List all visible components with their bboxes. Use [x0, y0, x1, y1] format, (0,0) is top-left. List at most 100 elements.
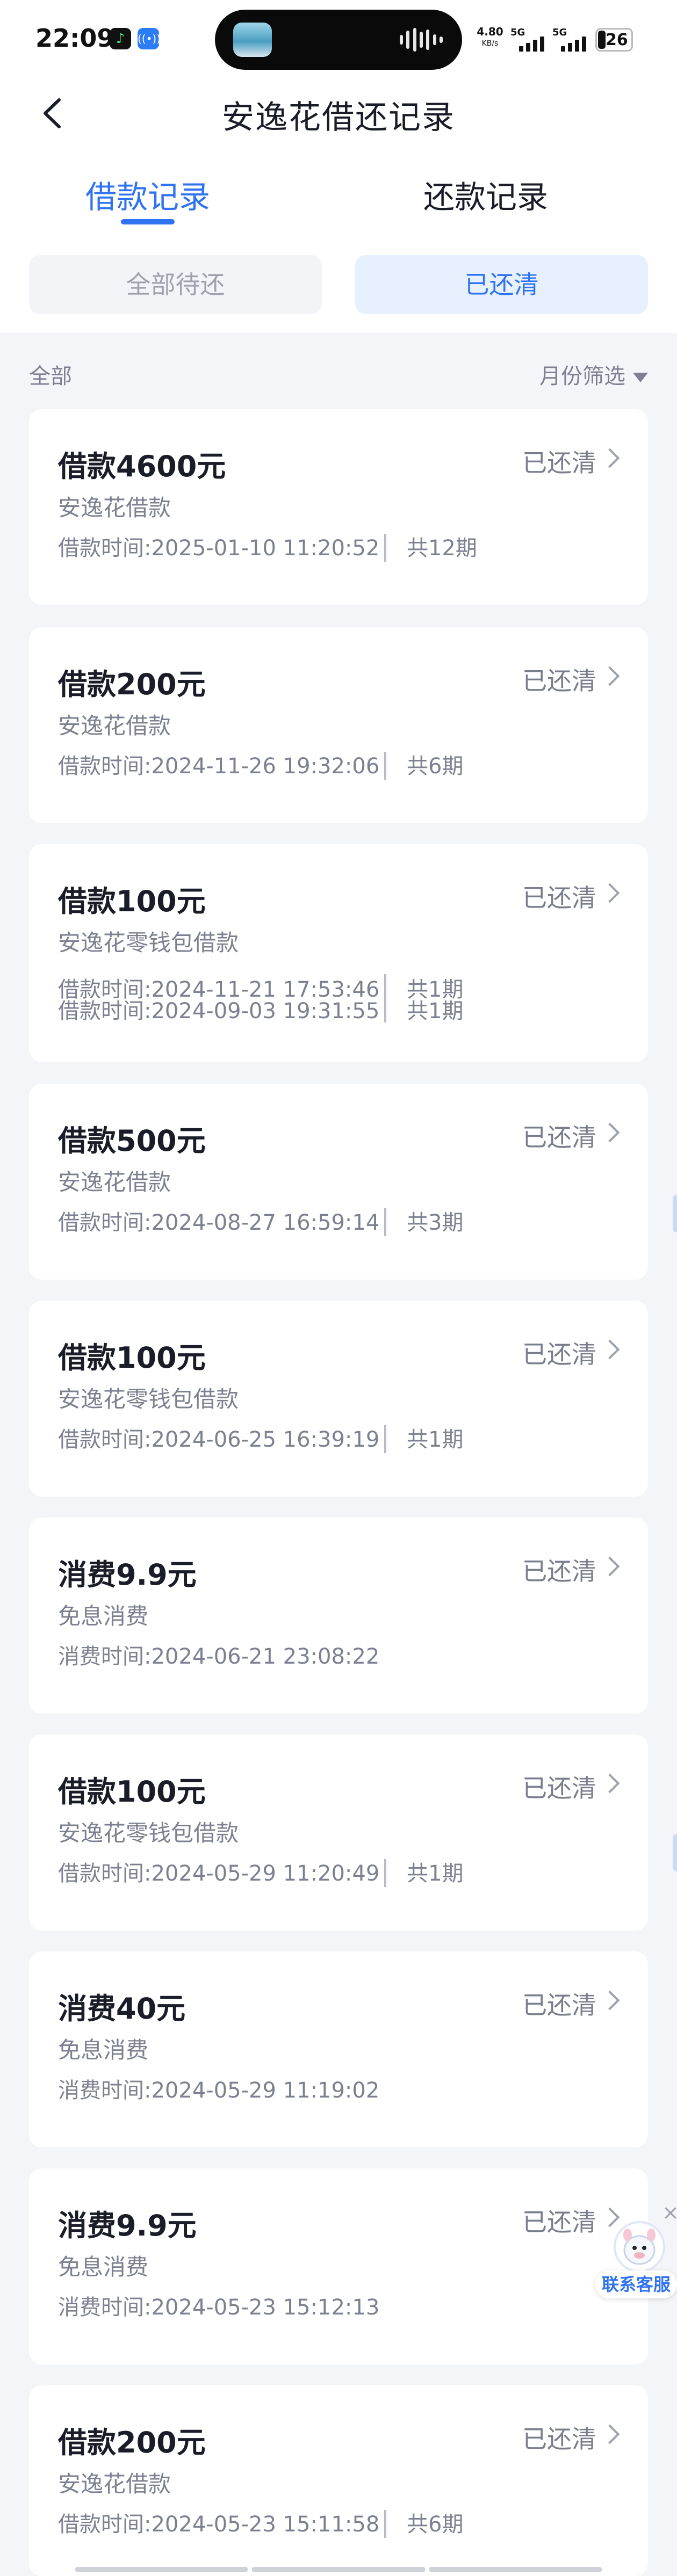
record-status: 已还清	[522, 2425, 596, 2454]
app-header: 安逸花借还记录	[0, 81, 677, 150]
list-header: 全部 月份筛选	[0, 333, 677, 413]
record-status: 已还清	[522, 1340, 596, 1369]
record-card[interactable]: 借款500元 已还清 安逸花借款 借款时间:2024-08-27 16:59:1…	[29, 1084, 648, 1280]
record-title: 消费9.9元	[58, 2209, 197, 2243]
battery-level: 26	[606, 31, 628, 49]
dynamic-island[interactable]	[215, 10, 462, 70]
record-tabs: 借款记录 还款记录	[0, 150, 677, 231]
record-periods: 共6期	[407, 754, 464, 779]
record-card[interactable]: 借款100元 已还清 安逸花零钱包借款 借款时间:2024-11-21 17:5…	[29, 844, 648, 1062]
record-subtitle: 免息消费	[58, 1603, 149, 1629]
record-subtitle: 安逸花借款	[58, 713, 171, 739]
record-title: 借款500元	[58, 1124, 206, 1158]
album-art-thumbnail	[233, 23, 272, 57]
record-time: 借款时间:2024-06-25 16:39:19	[58, 1427, 380, 1452]
chevron-right-icon	[600, 1773, 620, 1794]
record-divider	[384, 1208, 386, 1236]
record-periods: 共1期	[407, 999, 464, 1024]
record-card[interactable]: 借款100元 已还清 安逸花零钱包借款 借款时间:2024-05-29 11:2…	[29, 1735, 648, 1931]
record-periods: 共6期	[407, 2512, 464, 2537]
net-speed-value: 4.80	[477, 25, 503, 38]
customer-service-float[interactable]: × 联系客服	[595, 2201, 677, 2309]
record-status: 已还清	[522, 2208, 596, 2237]
bottom-indicator	[75, 2567, 602, 2572]
record-status: 已还清	[522, 1991, 596, 2020]
record-time: 借款时间:2025-01-10 11:20:52	[58, 536, 380, 561]
record-status: 已还清	[522, 1774, 596, 1803]
chevron-right-icon	[600, 883, 620, 903]
record-time: 借款时间:2024-08-27 16:59:14	[58, 1210, 380, 1235]
record-title: 消费40元	[58, 1992, 186, 2026]
record-status: 已还清	[522, 883, 596, 912]
chevron-right-icon	[600, 1990, 620, 2011]
signal-sim1-icon: 5G	[510, 27, 549, 53]
caret-down-icon	[633, 373, 648, 382]
mascot-icon	[623, 2229, 656, 2265]
page-title: 安逸花借还记录	[222, 99, 455, 136]
status-filter: 全部待还 已还清	[0, 231, 677, 333]
record-status: 已还清	[522, 1123, 596, 1152]
list-scope-label: 全部	[29, 364, 72, 389]
battery-icon: 26	[595, 28, 633, 52]
record-card[interactable]: 借款200元 已还清 安逸花借款 借款时间:2024-11-26 19:32:0…	[29, 627, 648, 823]
record-title: 借款100元	[58, 1775, 206, 1809]
record-card[interactable]: 消费40元 已还清 免息消费 消费时间:2024-05-29 11:19:02	[29, 1951, 648, 2147]
record-status: 已还清	[522, 448, 596, 477]
chevron-right-icon	[600, 1122, 620, 1143]
record-time: 借款时间:2024-09-03 19:31:55	[58, 999, 380, 1024]
record-divider	[384, 974, 386, 1022]
tab-loan-records[interactable]: 借款记录	[46, 172, 250, 217]
chevron-right-icon	[600, 1556, 620, 1577]
net-speed: 4.80 KB/s	[474, 26, 506, 49]
close-icon[interactable]: ×	[662, 2201, 677, 2224]
record-title: 借款200元	[58, 2426, 206, 2459]
record-divider	[384, 2510, 386, 2538]
record-subtitle: 安逸花借款	[58, 1169, 171, 1195]
signal-sim2-icon: 5G	[552, 27, 591, 53]
net-speed-unit: KB/s	[481, 39, 499, 48]
chevron-right-icon	[600, 666, 620, 686]
active-tab-indicator	[121, 219, 175, 224]
record-card[interactable]: 消费9.9元 已还清 免息消费 消费时间:2024-05-23 15:12:13	[29, 2168, 648, 2364]
record-periods: 共3期	[407, 1210, 464, 1235]
record-time: 借款时间:2024-05-23 15:11:58	[58, 2512, 380, 2537]
filter-pending[interactable]: 全部待还	[29, 255, 322, 314]
record-periods: 共12期	[407, 536, 477, 561]
month-filter-label: 月份筛选	[539, 364, 625, 389]
record-title: 借款100元	[58, 1341, 206, 1375]
record-subtitle: 免息消费	[58, 2254, 149, 2280]
edge-handle[interactable]	[673, 1834, 677, 1871]
record-subtitle: 安逸花借款	[58, 2471, 171, 2497]
record-card[interactable]: 消费9.9元 已还清 免息消费 消费时间:2024-06-21 23:08:22	[29, 1518, 648, 1714]
record-time: 消费时间:2024-05-23 15:12:13	[58, 2295, 380, 2320]
record-subtitle: 安逸花零钱包借款	[58, 1386, 239, 1412]
record-divider	[384, 534, 386, 562]
record-card[interactable]: 借款200元 已还清 安逸花借款 借款时间:2024-05-23 15:11:5…	[29, 2385, 648, 2576]
service-mascot-avatar	[614, 2221, 665, 2273]
record-subtitle: 安逸花零钱包借款	[58, 930, 239, 956]
status-time: 22:09	[35, 24, 114, 53]
record-periods: 共1期	[407, 1427, 464, 1452]
chevron-right-icon	[600, 1339, 620, 1360]
record-subtitle: 安逸花零钱包借款	[58, 1820, 239, 1846]
record-time: 借款时间:2024-11-26 19:32:06	[58, 754, 380, 779]
record-subtitle: 安逸花借款	[58, 495, 171, 521]
record-card[interactable]: 借款100元 已还清 安逸花零钱包借款 借款时间:2024-06-25 16:3…	[29, 1301, 648, 1497]
month-filter-button[interactable]: 月份筛选	[539, 359, 648, 390]
edge-handle[interactable]	[673, 1195, 677, 1232]
contact-service-label[interactable]: 联系客服	[595, 2270, 677, 2298]
record-divider	[384, 1425, 386, 1453]
status-bar: 22:09 ♪ ((•)) 4.80 KB/s 5G 5G 26	[0, 0, 677, 81]
record-title: 借款100元	[58, 884, 206, 918]
tab-repayment-records[interactable]: 还款记录	[384, 172, 588, 217]
record-card[interactable]: 借款4600元 已还清 安逸花借款 借款时间:2025-01-10 11:20:…	[29, 409, 648, 605]
record-title: 消费9.9元	[58, 1558, 197, 1592]
record-periods: 共1期	[407, 1861, 464, 1886]
chevron-right-icon	[600, 448, 620, 468]
record-subtitle: 免息消费	[58, 2037, 149, 2063]
record-title: 借款200元	[58, 667, 206, 701]
filter-paid-off[interactable]: 已还清	[355, 255, 648, 314]
record-status: 已还清	[522, 1557, 596, 1586]
nfc-app-icon: ((•))	[138, 28, 161, 49]
record-time: 消费时间:2024-05-29 11:19:02	[58, 2078, 380, 2103]
